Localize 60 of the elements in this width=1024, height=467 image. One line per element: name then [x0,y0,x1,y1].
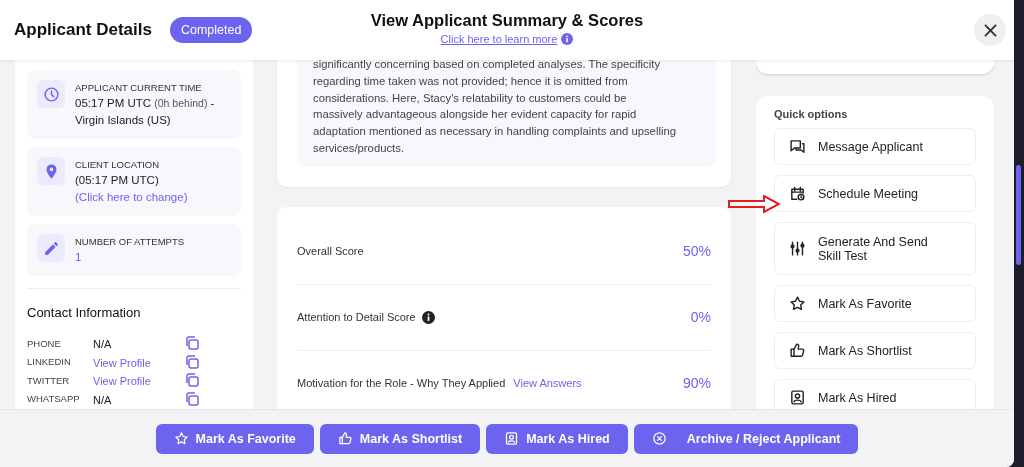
profile-link[interactable]: View Profile [93,356,151,369]
panel-title: Applicant Details [14,20,152,40]
info-value: (05:17 PM UTC) (Click here to change) [75,173,189,205]
profile-link[interactable]: View Profile [93,375,151,388]
score-value: 50% [682,243,711,260]
info-icon [561,33,574,45]
contact-label: WHATSAPP [27,393,81,405]
learn-more-link[interactable]: Click here to learn more [440,33,558,45]
pencil-icon [42,239,60,257]
person-card-icon [789,389,806,406]
star-icon [789,295,806,312]
copy-icon[interactable] [185,336,199,351]
cancel-icon [651,431,667,446]
quick-option-button[interactable]: Schedule Meeting [774,175,976,212]
thumbs-up-icon [789,342,806,359]
dialog-title: View Applicant Summary & Scores [370,11,644,30]
info-value: 05:17 PM UTC (0h behind) - Virgin Islands (US) [75,96,216,128]
thumbs-up-icon [337,431,353,446]
quick-option-button[interactable]: Generate And Send Skill Test [774,222,976,275]
contact-value: N/A [93,338,112,351]
score-label: Overall Score [297,245,364,258]
contact-label: LINKEDIN [27,356,72,368]
info-label: CLIENT LOCATION [75,159,161,170]
contact-label: PHONE [27,337,62,349]
scrollbar-thumb[interactable] [1016,165,1021,265]
close-icon [983,23,997,37]
action-button[interactable]: Mark As Hired [486,423,628,454]
quick-option-button[interactable]: Mark As Hired [774,379,976,409]
score-value: 0% [690,309,711,326]
calendar-clock-icon [789,185,806,202]
close-button[interactable] [974,14,1006,46]
clock-icon [42,85,60,103]
summary-text: significantly concerning based on completed analyses. The specificity regarding time taken was not provided; hence it is omitted from considerations. Here, Stacy's relatability to customers could be massively advantageous alongside her evident capacity for rapid adaptation mentioned as necessary in handling complaints and upselling services/products. [313,60,676,154]
quick-option-button[interactable]: Mark As Favorite [774,285,976,322]
action-button[interactable]: Mark As Shortlist [319,423,481,454]
copy-icon[interactable] [185,373,199,388]
score-value: 90% [682,375,711,392]
info-label: NUMBER OF ATTEMPTS [75,236,185,247]
info-label: APPLICANT CURRENT TIME [75,82,203,93]
chat-icon [789,138,806,155]
score-label: Attention to Detail Score [297,311,416,324]
section-title: Quick options [774,108,849,120]
view-answers-link[interactable]: View Answers [513,377,582,390]
change-location-link[interactable]: (Click here to change) [75,191,188,203]
sliders-icon [789,240,806,257]
status-badge: Completed [169,17,253,43]
attempts-link[interactable]: 1 [75,251,82,263]
annotation-arrow-icon [728,195,780,213]
copy-icon[interactable] [185,391,199,406]
copy-icon[interactable] [185,354,199,369]
score-label: Motivation for the Role - Why They Applied [297,377,506,390]
quick-option-button[interactable]: Mark As Shortlist [774,332,976,369]
contact-label: TWITTER [27,374,71,386]
section-title: Contact Information [27,305,142,320]
contact-value: N/A [93,393,112,406]
person-card-icon [504,431,520,446]
star-icon [173,431,189,446]
action-button[interactable]: Mark As Favorite [155,423,314,454]
action-button[interactable]: Archive / Reject Applicant [633,423,859,454]
quick-option-button[interactable]: Message Applicant [774,128,976,165]
